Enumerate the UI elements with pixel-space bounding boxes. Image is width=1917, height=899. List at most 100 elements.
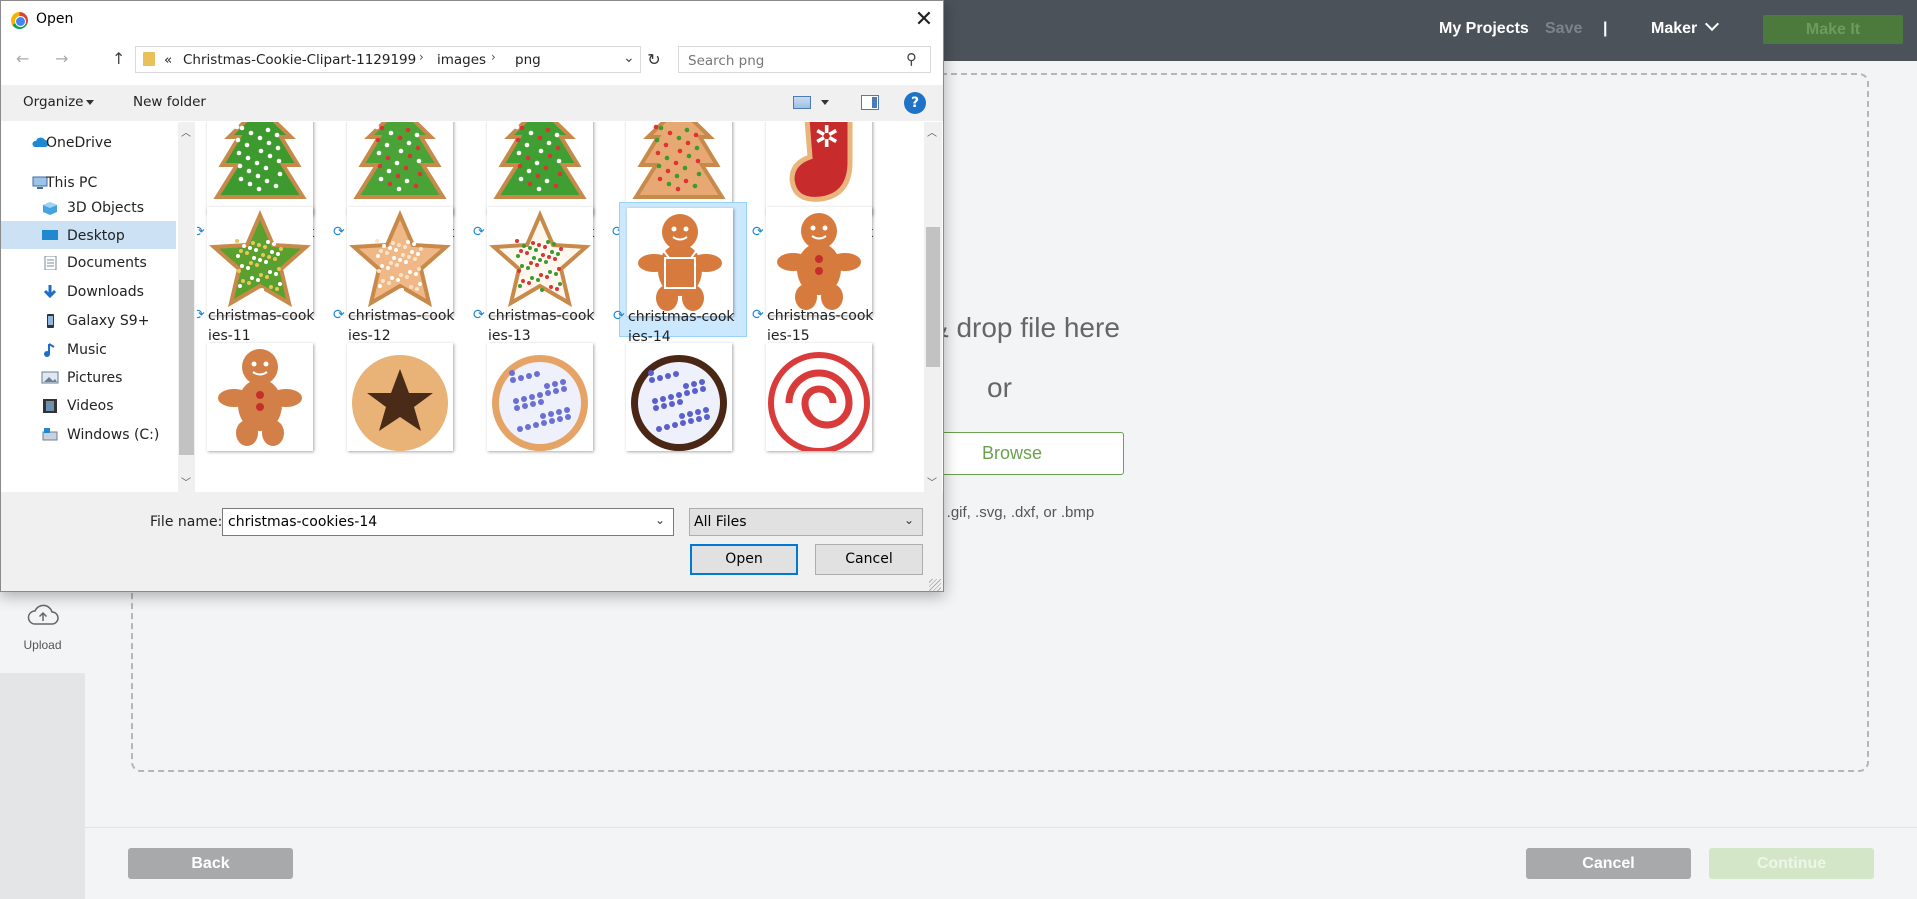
film-icon bbox=[41, 399, 57, 413]
machine-selector[interactable]: Maker bbox=[1651, 16, 1720, 38]
nav-item-label: Desktop bbox=[67, 228, 125, 244]
nav-item-label: Documents bbox=[67, 255, 147, 271]
preview-pane-icon[interactable] bbox=[861, 95, 879, 110]
navigation-pane: OneDrive This PC 3D Objects Desktop Document… bbox=[1, 122, 178, 492]
nav-item-galaxy-s9[interactable]: Galaxy S9+ bbox=[1, 306, 176, 334]
cancel-button[interactable]: Cancel bbox=[1526, 848, 1691, 879]
file-name-field[interactable]: christmas-cookies-14 ⌄ bbox=[222, 508, 674, 536]
scroll-thumb[interactable] bbox=[926, 227, 940, 367]
nav-item-windows-c[interactable]: Windows (C:) bbox=[1, 420, 176, 448]
file-tile[interactable]: ⟳ christmas-cook ies-15 bbox=[752, 202, 887, 344]
nav-item-videos[interactable]: Videos bbox=[1, 391, 176, 419]
scroll-down-icon[interactable]: ﹀ bbox=[181, 474, 191, 489]
open-file-dialog: Open ✕ ← → ↑ « Christmas-Cookie-Clipart-… bbox=[0, 0, 944, 592]
scroll-up-icon[interactable]: ︿ bbox=[927, 124, 937, 139]
file-tile[interactable] bbox=[200, 338, 328, 492]
chevron-down-icon[interactable]: ⌄ bbox=[655, 513, 665, 527]
address-overflow[interactable]: « bbox=[164, 52, 172, 68]
nav-item-label: Windows (C:) bbox=[67, 427, 160, 443]
dialog-cancel-button[interactable]: Cancel bbox=[815, 544, 923, 575]
scroll-up-icon[interactable]: ︿ bbox=[181, 124, 191, 139]
upload-tool[interactable]: Upload bbox=[0, 601, 85, 671]
organize-menu[interactable]: Organize bbox=[23, 94, 95, 110]
save-link[interactable]: Save bbox=[1545, 20, 1582, 38]
file-type-select[interactable]: All Files ⌄ bbox=[689, 508, 923, 536]
dialog-nav-row: ← → ↑ « Christmas-Cookie-Clipart-1129199… bbox=[1, 43, 943, 77]
sync-icon: ⟳ bbox=[613, 308, 625, 324]
file-tile[interactable] bbox=[340, 338, 468, 492]
nav-item-label: Galaxy S9+ bbox=[67, 313, 150, 329]
resize-grip-icon[interactable] bbox=[929, 579, 941, 591]
scroll-down-icon[interactable]: ﹀ bbox=[927, 474, 937, 489]
breadcrumb-chevron-icon[interactable]: › bbox=[419, 50, 424, 64]
nav-item-label: Videos bbox=[67, 398, 114, 414]
search-input[interactable]: Search png ⚲ bbox=[678, 46, 931, 73]
refresh-icon[interactable]: ↻ bbox=[643, 46, 665, 73]
file-tile[interactable] bbox=[759, 338, 887, 492]
nav-item-music[interactable]: Music bbox=[1, 335, 176, 363]
nav-item-label: Downloads bbox=[67, 284, 144, 300]
svg-text:✲: ✲ bbox=[814, 122, 839, 155]
address-bar[interactable]: « Christmas-Cookie-Clipart-1129199 › ima… bbox=[135, 46, 641, 73]
file-tile[interactable]: ⟳ christmas-cook ies-12 bbox=[333, 202, 468, 344]
file-thumbnail bbox=[347, 207, 453, 315]
caret-down-icon[interactable] bbox=[821, 100, 829, 105]
drop-instructions: & drop file here bbox=[930, 312, 1120, 343]
file-grid-scrollbar[interactable]: ︿ ﹀ bbox=[924, 122, 942, 492]
nav-item-documents[interactable]: Documents bbox=[1, 248, 176, 276]
view-options-icon[interactable] bbox=[793, 96, 811, 109]
open-button[interactable]: Open bbox=[690, 544, 798, 575]
nav-item-pictures[interactable]: Pictures bbox=[1, 363, 176, 391]
file-thumbnail bbox=[207, 207, 313, 315]
breadcrumb-segment[interactable]: Christmas-Cookie-Clipart-1129199 bbox=[183, 52, 416, 68]
nav-item-this-pc[interactable]: This PC bbox=[1, 168, 176, 196]
file-name-value: christmas-cookies-14 bbox=[228, 514, 378, 530]
breadcrumb-segment[interactable]: images bbox=[437, 52, 486, 68]
up-arrow-icon[interactable]: ↑ bbox=[112, 49, 125, 68]
new-folder-button[interactable]: New folder bbox=[133, 94, 206, 110]
sync-icon: ⟳ bbox=[473, 307, 485, 323]
breadcrumb-segment[interactable]: png bbox=[515, 52, 541, 68]
forward-arrow-icon[interactable]: → bbox=[55, 49, 68, 68]
file-name-line: christmas-cook bbox=[488, 308, 595, 324]
help-icon[interactable]: ? bbox=[904, 92, 926, 114]
nav-pane-scrollbar[interactable]: ︿ ﹀ bbox=[178, 122, 195, 492]
file-grid: ⟳christmas-cookies-06⟳christmas-cookies-… bbox=[197, 122, 924, 492]
dialog-titlebar[interactable]: Open ✕ bbox=[1, 1, 943, 39]
breadcrumb-chevron-icon[interactable]: › bbox=[491, 50, 496, 64]
my-projects-link[interactable]: My Projects bbox=[1439, 20, 1529, 38]
nav-item-downloads[interactable]: Downloads bbox=[1, 277, 176, 305]
dialog-title: Open bbox=[36, 11, 74, 27]
file-thumbnail bbox=[347, 343, 453, 451]
pictures-icon bbox=[41, 371, 59, 384]
file-tile[interactable]: ⟳ christmas-cook ies-14 bbox=[613, 202, 747, 345]
phone-icon bbox=[41, 314, 57, 328]
machine-label: Maker bbox=[1651, 20, 1698, 37]
supported-formats: g, .gif, .svg, .dxf, or .bmp bbox=[930, 504, 1095, 521]
nav-item-3d-objects[interactable]: 3D Objects bbox=[1, 193, 176, 221]
file-name-line: christmas-cook bbox=[208, 308, 315, 324]
close-icon[interactable]: ✕ bbox=[911, 7, 937, 33]
address-history-icon[interactable]: ⌄ bbox=[623, 50, 635, 66]
nav-item-desktop[interactable]: Desktop bbox=[1, 221, 176, 249]
file-tile[interactable]: ⟳ christmas-cook ies-11 bbox=[197, 202, 328, 344]
file-tile[interactable] bbox=[619, 338, 747, 492]
nav-item-onedrive[interactable]: OneDrive bbox=[1, 128, 176, 156]
back-button[interactable]: Back bbox=[128, 848, 293, 879]
music-icon bbox=[41, 343, 57, 357]
chrome-icon bbox=[11, 12, 28, 29]
document-icon bbox=[41, 255, 57, 271]
file-tile[interactable]: ⟳ christmas-cook ies-13 bbox=[473, 202, 608, 344]
download-icon bbox=[41, 285, 57, 299]
computer-icon bbox=[31, 176, 48, 189]
file-thumbnail bbox=[207, 343, 313, 451]
back-arrow-icon[interactable]: ← bbox=[16, 49, 29, 68]
continue-button[interactable]: Continue bbox=[1709, 848, 1874, 879]
file-thumbnail bbox=[627, 208, 733, 316]
folder-icon bbox=[143, 52, 155, 66]
dialog-bottom-bar: File name: christmas-cookies-14 ⌄ All Fi… bbox=[1, 492, 943, 591]
file-tile[interactable] bbox=[480, 338, 608, 492]
desktop-icon bbox=[41, 229, 58, 241]
scroll-thumb[interactable] bbox=[179, 280, 194, 455]
make-it-button[interactable]: Make It bbox=[1763, 15, 1903, 44]
